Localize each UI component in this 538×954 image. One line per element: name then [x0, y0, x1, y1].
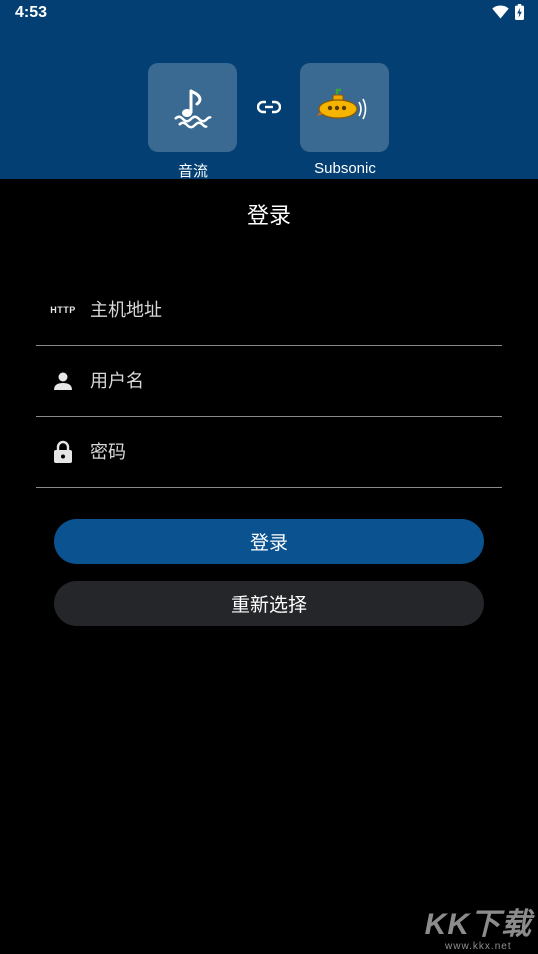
status-time: 4:53 — [15, 4, 48, 21]
watermark-url: www.kkx.net — [445, 941, 512, 952]
status-icons — [492, 4, 524, 20]
person-icon — [50, 369, 76, 393]
login-button[interactable]: 登录 — [54, 519, 484, 564]
link-icon — [257, 100, 281, 114]
reselect-button[interactable]: 重新选择 — [54, 581, 484, 626]
server-header: 4:53 音流 Subsonic — [0, 0, 538, 180]
battery-charging-icon — [515, 4, 524, 20]
watermark-brand: KK下载 — [424, 908, 532, 941]
password-input[interactable] — [90, 435, 490, 469]
lock-icon — [50, 440, 76, 464]
http-icon: HTTP — [50, 305, 76, 315]
watermark: KK下载 www.kkx.net — [424, 908, 532, 953]
yinliu-app-tile[interactable] — [148, 63, 237, 152]
password-field — [36, 417, 502, 488]
host-address-input[interactable] — [90, 293, 490, 327]
login-title: 登录 — [246, 204, 291, 229]
host-address-field: HTTP — [36, 275, 502, 346]
yinliu-app-label: 音流 — [177, 162, 208, 180]
username-field — [36, 346, 502, 417]
username-input[interactable] — [90, 364, 490, 398]
subsonic-app-label: Subsonic — [314, 160, 376, 177]
subsonic-app-tile[interactable] — [300, 63, 389, 152]
music-note-water-icon — [173, 89, 212, 128]
wifi-icon — [492, 5, 509, 19]
subsonic-submarine-icon — [316, 88, 366, 119]
